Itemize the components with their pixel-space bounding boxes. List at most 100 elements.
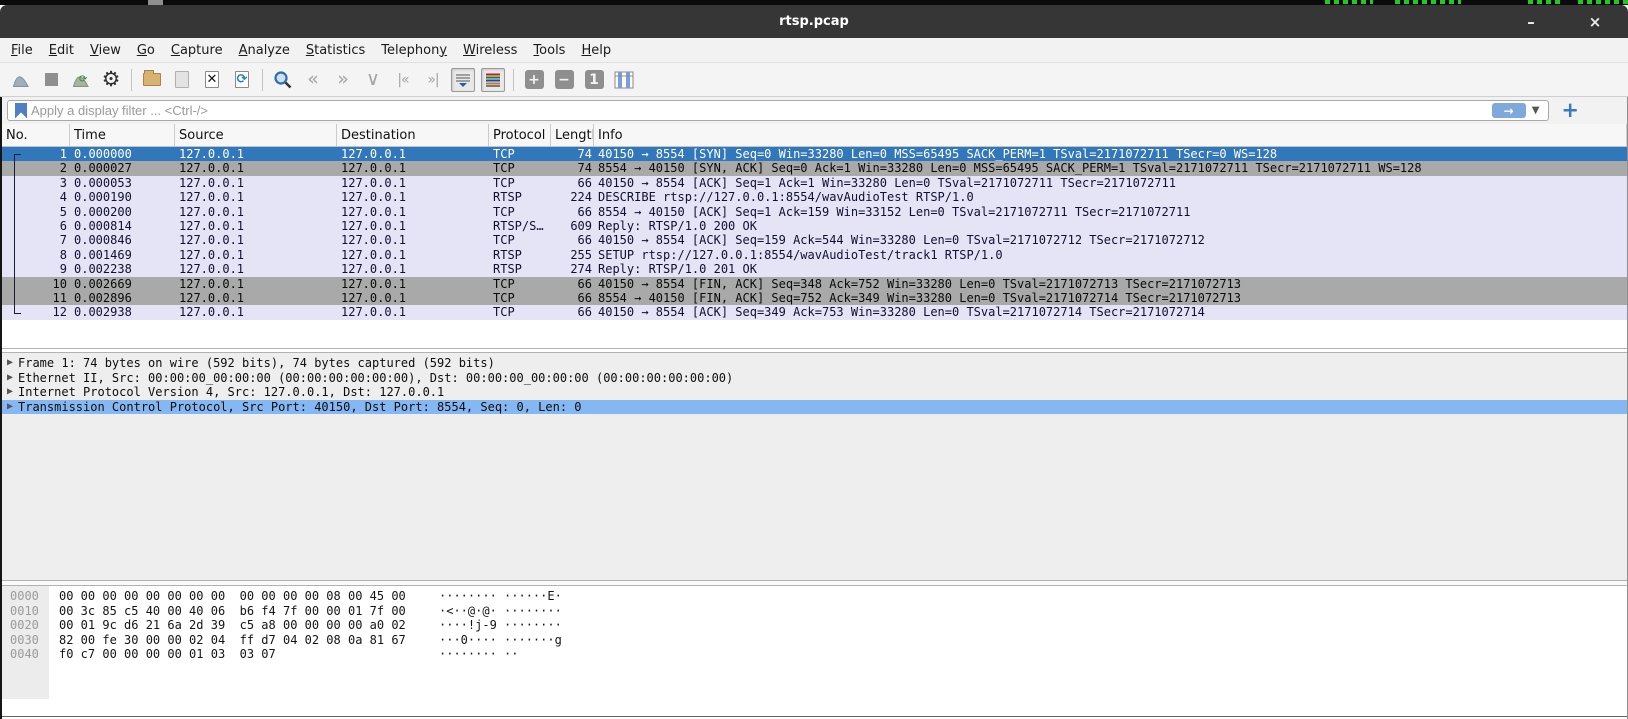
menu-item-analyze[interactable]: Analyze (231, 41, 298, 60)
close-file-button-icon[interactable]: ✕ (199, 66, 225, 94)
go-back-button-icon[interactable]: « (300, 66, 326, 94)
menu-item-go[interactable]: Go (129, 41, 163, 60)
save-file-button-icon[interactable] (169, 66, 195, 94)
hex-bytes[interactable]: 00 3c 85 c5 40 00 40 06 b6 f4 7f 00 00 0… (49, 604, 406, 619)
column-header-source[interactable]: Source (175, 124, 337, 146)
packet-protocol-cell: RTSP/S… (489, 219, 551, 233)
menu-item-view[interactable]: View (82, 41, 129, 60)
packet-row[interactable]: 110.002896127.0.0.1127.0.0.1TCP668554 → … (2, 291, 1627, 305)
hex-bytes[interactable]: f0 c7 00 00 00 00 01 03 03 07 (49, 647, 276, 662)
column-header-time[interactable]: Time (70, 124, 175, 146)
hex-row[interactable]: 0040f0 c7 00 00 00 00 01 03 03 07·······… (2, 647, 1627, 662)
hex-row[interactable]: 002000 01 9c d6 21 6a 2d 39 c5 a8 00 00 … (2, 618, 1627, 633)
detail-tree-row[interactable]: ▶Internet Protocol Version 4, Src: 127.0… (2, 385, 1627, 400)
zoom-out-button-icon[interactable]: − (551, 66, 577, 94)
expander-triangle-icon[interactable]: ▶ (2, 400, 18, 415)
packet-row[interactable]: 10.000000127.0.0.1127.0.0.1TCP7440150 → … (2, 147, 1627, 161)
packet-row[interactable]: 50.000200127.0.0.1127.0.0.1TCP668554 → 4… (2, 205, 1627, 219)
menu-item-edit[interactable]: Edit (41, 41, 82, 60)
hex-ascii[interactable]: ····!j-9 ········ (439, 618, 562, 633)
go-forward-button-icon[interactable]: » (330, 66, 356, 94)
restart-capture-button-icon[interactable]: ⟳ (68, 66, 94, 94)
packet-protocol-cell: TCP (489, 147, 551, 161)
packet-length-cell: 74 (551, 161, 594, 175)
packet-detail-pane: ▶Frame 1: 74 bytes on wire (592 bits), 7… (2, 353, 1627, 580)
packet-row[interactable]: 120.002938127.0.0.1127.0.0.1TCP6640150 →… (2, 305, 1627, 319)
column-header-no[interactable]: No. (2, 124, 70, 146)
display-filter-input[interactable] (31, 103, 1492, 118)
filter-bookmark-icon[interactable] (15, 103, 27, 119)
packet-row[interactable]: 30.000053127.0.0.1127.0.0.1TCP6640150 → … (2, 176, 1627, 190)
expander-triangle-icon[interactable]: ▶ (2, 356, 18, 371)
go-to-packet-button-icon[interactable]: ∨ (360, 66, 386, 94)
open-file-button-icon[interactable] (139, 66, 165, 94)
expander-triangle-icon[interactable]: ▶ (2, 385, 18, 400)
packet-source-cell: 127.0.0.1 (175, 219, 337, 233)
detail-tree-row[interactable]: ▶Ethernet II, Src: 00:00:00_00:00:00 (00… (2, 371, 1627, 386)
hex-row[interactable]: 000000 00 00 00 00 00 00 00 00 00 00 00 … (2, 589, 1627, 604)
reload-file-button-icon[interactable]: ⟳ (229, 66, 255, 94)
packet-row[interactable]: 80.001469127.0.0.1127.0.0.1RTSP255SETUP … (2, 248, 1627, 262)
add-filter-button-icon[interactable]: + (1561, 100, 1579, 121)
packet-info-cell: 40150 → 8554 [ACK] Seq=349 Ack=753 Win=3… (594, 305, 1627, 319)
hex-ascii[interactable]: ·<··@·@· ········ (439, 604, 562, 619)
expander-triangle-icon[interactable]: ▶ (2, 371, 18, 386)
window-bottom-border (2, 716, 1627, 717)
column-header-info[interactable]: Info (594, 124, 1627, 146)
window-controls: – × (1520, 5, 1606, 38)
column-header-protocol[interactable]: Protocol (489, 124, 551, 146)
background-terminal-text (1528, 0, 1562, 4)
packet-no-cell: 9 (2, 262, 70, 276)
menu-item-telephony[interactable]: Telephony (373, 41, 455, 60)
detail-tree-row[interactable]: ▶Transmission Control Protocol, Src Port… (2, 400, 1627, 415)
menu-item-file[interactable]: File (3, 41, 41, 60)
stop-capture-button-icon[interactable] (38, 66, 64, 94)
first-packet-button-icon[interactable]: |« (390, 66, 416, 94)
colorize-packets-button-icon[interactable] (480, 66, 506, 94)
detail-tree-row[interactable]: ▶Frame 1: 74 bytes on wire (592 bits), 7… (2, 356, 1627, 371)
menu-item-capture[interactable]: Capture (163, 41, 231, 60)
zoom-in-button-icon[interactable]: + (521, 66, 547, 94)
packet-info-cell: SETUP rtsp://127.0.0.1:8554/wavAudioTest… (594, 248, 1627, 262)
start-capture-button-icon[interactable] (8, 66, 34, 94)
pane-splitter[interactable] (2, 345, 1627, 353)
apply-filter-button[interactable]: → (1492, 103, 1526, 118)
packet-row[interactable]: 90.002238127.0.0.1127.0.0.1RTSP274Reply:… (2, 262, 1627, 276)
packet-source-cell: 127.0.0.1 (175, 262, 337, 276)
packet-row[interactable]: 70.000846127.0.0.1127.0.0.1TCP6640150 → … (2, 233, 1627, 247)
hex-row[interactable]: 001000 3c 85 c5 40 00 40 06 b6 f4 7f 00 … (2, 604, 1627, 619)
hex-bytes[interactable]: 00 00 00 00 00 00 00 00 00 00 00 00 08 0… (49, 589, 406, 604)
resize-columns-button-icon[interactable] (611, 66, 637, 94)
packet-row[interactable]: 20.000027127.0.0.1127.0.0.1TCP748554 → 4… (2, 161, 1627, 175)
hex-row[interactable]: 003082 00 fe 30 00 00 02 04 ff d7 04 02 … (2, 633, 1627, 648)
hex-bytes[interactable]: 00 01 9c d6 21 6a 2d 39 c5 a8 00 00 00 0… (49, 618, 406, 633)
title-bar[interactable]: rtsp.pcap – × (0, 5, 1628, 38)
normal-size-button-icon[interactable]: 1 (581, 66, 607, 94)
display-filter-field[interactable]: → ▼ (7, 100, 1549, 121)
packet-protocol-cell: TCP (489, 176, 551, 190)
column-header-length[interactable]: Length (551, 124, 594, 146)
capture-options-button-icon[interactable]: ⚙ (98, 66, 124, 94)
packet-row[interactable]: 60.000814127.0.0.1127.0.0.1RTSP/S…609Rep… (2, 219, 1627, 233)
packet-destination-cell: 127.0.0.1 (337, 233, 489, 247)
minimize-button[interactable]: – (1520, 13, 1542, 31)
menu-item-wireless[interactable]: Wireless (455, 41, 525, 60)
menu-item-statistics[interactable]: Statistics (298, 41, 373, 60)
packet-time-cell: 0.000027 (70, 161, 175, 175)
hex-ascii[interactable]: ········ ······E· (439, 589, 562, 604)
auto-scroll-button-icon[interactable] (450, 66, 476, 94)
menu-item-tools[interactable]: Tools (525, 41, 573, 60)
hex-ascii[interactable]: ···0···· ·······g (439, 633, 562, 648)
packet-row[interactable]: 40.000190127.0.0.1127.0.0.1RTSP224DESCRI… (2, 190, 1627, 204)
detail-row-text: Internet Protocol Version 4, Src: 127.0.… (18, 385, 444, 400)
find-packet-button-icon[interactable] (270, 66, 296, 94)
close-button[interactable]: × (1584, 13, 1606, 31)
last-packet-button-icon[interactable]: »| (420, 66, 446, 94)
filter-history-dropdown-icon[interactable]: ▼ (1526, 105, 1546, 116)
menu-item-help[interactable]: Help (573, 41, 619, 60)
hex-bytes[interactable]: 82 00 fe 30 00 00 02 04 ff d7 04 02 08 0… (49, 633, 406, 648)
column-header-destination[interactable]: Destination (337, 124, 489, 146)
packet-row[interactable]: 100.002669127.0.0.1127.0.0.1TCP6640150 →… (2, 277, 1627, 291)
hex-ascii[interactable]: ········ ·· (439, 647, 518, 662)
packet-time-cell: 0.000814 (70, 219, 175, 233)
